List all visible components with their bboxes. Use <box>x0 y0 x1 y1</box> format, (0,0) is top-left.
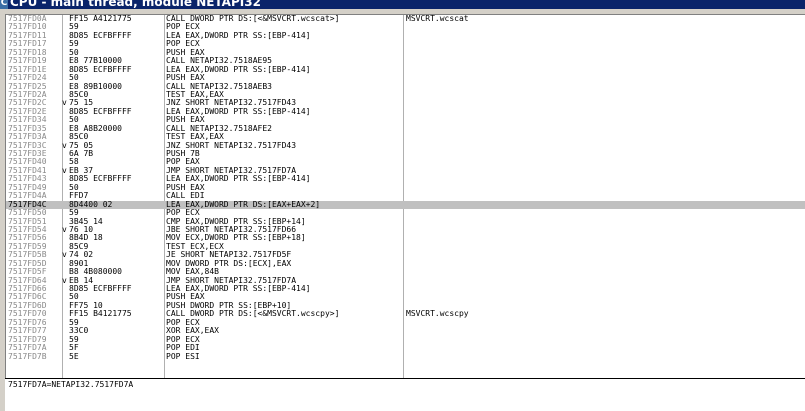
disasm-row[interactable]: 7517FD77 33C0 XOR EAX,EAX <box>6 326 805 335</box>
disasm-row[interactable]: 7517FD5B v 74 02 JE SHORT NETAPI32.7517FD5F <box>6 250 805 259</box>
window-title: CPU - main thread, module NETAPI32 <box>10 0 261 9</box>
info-text: 7517FD7A=NETAPI32.7517FD7A <box>8 380 134 389</box>
disasm-row[interactable]: 7517FD35 E8 A8B20000 CALL NETAPI32.7518AFE… <box>6 124 805 133</box>
disasm-row[interactable]: 7517FD3C v 75 05 JNZ SHORT NETAPI32.7517FD4… <box>6 141 805 150</box>
disasm-row[interactable]: 7517FD5F B8 4B080000 MOV EAX,84B <box>6 267 805 276</box>
disasm-row[interactable]: 7517FD56 8B4D 18 MOV ECX,DWORD PTR SS:[EBP… <box>6 233 805 242</box>
disasm-row[interactable]: 7517FD18 50 PUSH EAX <box>6 48 805 57</box>
disasm-row[interactable]: 7517FD6C 50 PUSH EAX <box>6 292 805 301</box>
disasm-row[interactable]: 7517FD2E 8D85 ECFBFFFF LEA EAX,DWORD PTR S… <box>6 107 805 116</box>
disasm-row[interactable]: 7517FD7A 5F POP EDI <box>6 343 805 352</box>
window-frame <box>0 9 805 13</box>
disasm-row[interactable]: 7517FD25 E8 89B10000 CALL NETAPI32.7518AEB… <box>6 82 805 91</box>
disasm-row[interactable]: 7517FD49 50 PUSH EAX <box>6 183 805 192</box>
disasm-row[interactable]: 7517FD43 8D85 ECFBFFFF LEA EAX,DWORD PTR S… <box>6 174 805 183</box>
address-cell: 7517FD7B <box>8 351 47 361</box>
app-icon[interactable]: C <box>0 0 8 9</box>
disasm-row[interactable]: 7517FD11 8D85 ECFBFFFF LEA EAX,DWORD PTR S… <box>6 31 805 40</box>
disasm-row[interactable]: 7517FD51 3B45 14 CMP EAX,DWORD PTR SS:[EBP… <box>6 217 805 226</box>
disasm-row[interactable]: 7517FD1E 8D85 ECFBFFFF LEA EAX,DWORD PTR S… <box>6 65 805 74</box>
disasm-row[interactable]: 7517FD17 59 POP ECX <box>6 39 805 48</box>
disasm-row[interactable]: 7517FD40 58 POP EAX <box>6 157 805 166</box>
disasm-row[interactable]: 7517FD5D 8901 MOV DWORD PTR DS:[ECX],EAX <box>6 259 805 268</box>
disasm-row[interactable]: 7517FD24 50 PUSH EAX <box>6 73 805 82</box>
disasm-row[interactable]: 7517FD50 59 POP ECX <box>6 208 805 217</box>
disasm-row[interactable]: 7517FD54 v 76 10 JBE SHORT NETAPI32.7517FD6… <box>6 225 805 234</box>
disasm-row[interactable]: 7517FD4A FFD7 CALL EDI <box>6 191 805 200</box>
info-pane[interactable]: 7517FD7A=NETAPI32.7517FD7A <box>5 378 805 411</box>
disasm-row[interactable]: 7517FD76 59 POP ECX <box>6 318 805 327</box>
disasm-row[interactable]: 7517FD70 FF15 B4121775 CALL DWORD PTR DS:[… <box>6 309 805 319</box>
disasm-row[interactable]: 7517FD66 8D85 ECFBFFFF LEA EAX,DWORD PTR S… <box>6 284 805 293</box>
title-bar[interactable]: C CPU - main thread, module NETAPI32 <box>0 0 805 9</box>
disassembly-cell: POP ESI <box>166 351 200 361</box>
disassembly-pane[interactable]: 7517FD0A FF15 A4121775 CALL DWORD PTR DS:[… <box>5 14 805 378</box>
comment-cell: MSVCRT.wcscpy <box>406 309 469 319</box>
disasm-row[interactable]: 7517FD7B 5E POP ESI <box>6 351 805 361</box>
disassembly-rows: 7517FD0A FF15 A4121775 CALL DWORD PTR DS:[… <box>6 15 805 361</box>
disasm-row[interactable]: 7517FD4C 8D4400 02 LEA EAX,DWORD PTR DS:[E… <box>6 200 805 210</box>
disasm-row[interactable]: 7517FD2A 85C0 TEST EAX,EAX <box>6 90 805 99</box>
comment-cell: MSVCRT.wcscat <box>406 14 469 23</box>
hex-dump-cell: 5E <box>69 351 79 361</box>
disasm-row[interactable]: 7517FD3A 85C0 TEST EAX,EAX <box>6 132 805 141</box>
disasm-row[interactable]: 7517FD0A FF15 A4121775 CALL DWORD PTR DS:[… <box>6 15 805 23</box>
disasm-row[interactable]: 7517FD59 85C9 TEST ECX,ECX <box>6 242 805 251</box>
disasm-row[interactable]: 7517FD79 59 POP ECX <box>6 335 805 344</box>
disasm-row[interactable]: 7517FD3E 6A 7B PUSH 7B <box>6 149 805 158</box>
disasm-row[interactable]: 7517FD34 50 PUSH EAX <box>6 115 805 124</box>
